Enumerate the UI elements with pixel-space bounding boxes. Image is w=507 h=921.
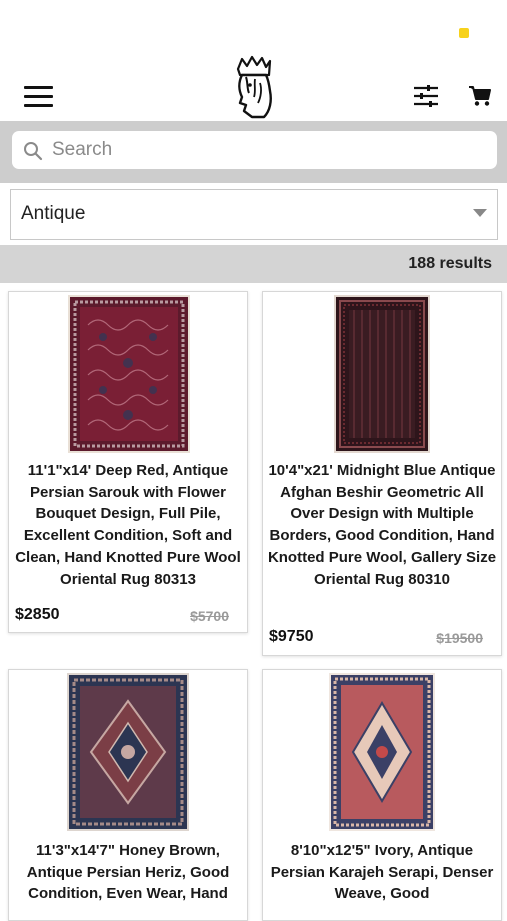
results-count: 188 results [408,255,492,272]
product-card[interactable]: 11'1"x14' Deep Red, Antique Persian Saro… [8,291,248,633]
product-price: $9750 [269,628,314,645]
product-original-price: $19500 [436,630,483,646]
shopping-cart-icon[interactable] [468,85,492,107]
app-header [0,0,507,120]
hamburger-menu-icon[interactable] [24,86,54,108]
product-title[interactable]: 10'4"x21' Midnight Blue Antique Afghan B… [267,460,497,590]
results-bar: 188 results [0,245,507,283]
product-title[interactable]: 8'10"x12'5" Ivory, Antique Persian Karaj… [267,840,497,905]
product-card[interactable]: 11'3"x14'7" Honey Brown, Antique Persian… [8,669,248,921]
chevron-down-icon [473,209,487,217]
search-icon [24,142,43,161]
product-image[interactable] [334,295,430,453]
search-bar [0,121,507,183]
product-title[interactable]: 11'1"x14' Deep Red, Antique Persian Saro… [13,460,243,590]
product-card[interactable]: 10'4"x21' Midnight Blue Antique Afghan B… [262,291,502,656]
product-price: $2850 [15,606,60,623]
product-original-price: $5700 [190,608,229,624]
product-image[interactable] [329,673,435,831]
king-head-logo-icon[interactable] [230,55,278,119]
product-image[interactable] [67,673,189,831]
product-card[interactable]: 8'10"x12'5" Ivory, Antique Persian Karaj… [262,669,502,921]
category-dropdown[interactable]: Antique [10,189,498,240]
search-box[interactable] [12,131,497,169]
search-input[interactable] [52,131,482,169]
product-title[interactable]: 11'3"x14'7" Honey Brown, Antique Persian… [13,840,243,905]
product-image[interactable] [68,295,190,453]
sliders-filter-icon[interactable] [413,84,439,108]
category-selected-value: Antique [21,203,86,224]
